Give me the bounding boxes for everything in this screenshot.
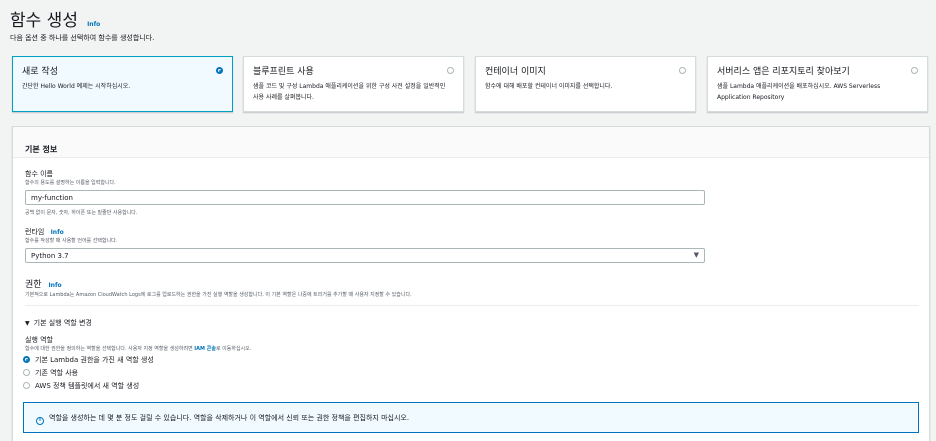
page-header: 함수 생성 Info xyxy=(10,6,100,31)
permissions-description: 기본적으로 Lambda는 Amazon CloudWatch Logs에 로그… xyxy=(25,292,412,298)
panel-header: 기본 정보 xyxy=(13,127,929,158)
option-serverless-app-repo[interactable]: 서버리스 앱은 리포지토리 찾아보기 샘플 Lambda 애플리케이션을 배포하… xyxy=(707,56,928,112)
option-description: 간단한 Hello World 예제는 시작하십시오. xyxy=(22,83,131,90)
caret-down-icon: ▼ xyxy=(693,251,699,259)
creation-options: 새로 작성 간단한 Hello World 예제는 시작하십시오. 블루프린트 … xyxy=(12,56,930,112)
page-title: 함수 생성 xyxy=(10,11,78,31)
function-name-label: 함수 이름 xyxy=(25,170,53,178)
role-option-policy-template[interactable]: AWS 정책 템플릿에서 새 역할 생성 xyxy=(23,381,139,391)
runtime-label-text: 런타임 xyxy=(25,228,45,236)
role-option-label: AWS 정책 템플릿에서 새 역할 생성 xyxy=(35,382,140,390)
permissions-heading: 권한 Info xyxy=(25,277,62,290)
panel-title: 기본 정보 xyxy=(25,145,58,154)
change-execution-role-toggle[interactable]: ▼ 기본 실행 역할 변경 xyxy=(25,318,92,328)
option-container-image[interactable]: 컨테이너 이미지 함수에 대해 배포할 컨테이너 이미지를 선택합니다. xyxy=(475,56,696,112)
option-description: 샘플 Lambda 애플리케이션을 배포하십시오. AWS Serverless… xyxy=(717,83,881,101)
option-description: 샘플 코드 및 구성 Lambda 애플리케이션을 위한 구성 사전 설정을 일… xyxy=(253,83,446,101)
runtime-select[interactable]: Python 3.7 ▼ xyxy=(25,248,705,263)
function-name-help: 함수의 용도를 설명하는 이름을 입력합니다. xyxy=(25,180,116,186)
runtime-label: 런타임 Info xyxy=(25,227,64,237)
permissions-info-link[interactable]: Info xyxy=(48,282,61,289)
option-title: 블루프린트 사용 xyxy=(253,67,314,77)
option-title: 서버리스 앱은 리포지토리 찾아보기 xyxy=(717,67,850,77)
execution-role-help: 함수에 대한 권한을 정의하는 역할을 선택합니다. 사용자 지정 역할을 생성… xyxy=(25,345,251,352)
role-option-label: 기본 Lambda 권한을 가진 새 역할 생성 xyxy=(35,356,154,364)
option-description: 함수에 대해 배포할 컨테이너 이미지를 선택합니다. xyxy=(485,83,613,90)
option-use-blueprint[interactable]: 블루프린트 사용 샘플 코드 및 구성 Lambda 애플리케이션을 위한 구성… xyxy=(243,56,464,112)
radio[interactable] xyxy=(23,382,30,389)
option-title: 컨테이너 이미지 xyxy=(485,67,546,77)
runtime-info-link[interactable]: Info xyxy=(51,229,64,236)
permissions-title: 권한 xyxy=(25,280,42,290)
alert-text: 역할을 생성하는 데 몇 분 정도 걸릴 수 있습니다. 역할을 삭제하거나 이… xyxy=(49,414,410,422)
option-author-from-scratch[interactable]: 새로 작성 간단한 Hello World 예제는 시작하십시오. xyxy=(12,56,233,112)
option-radio[interactable] xyxy=(679,67,686,74)
function-name-constraint: 공백 없이 문자, 숫자, 하이픈 또는 밑줄만 사용합니다. xyxy=(25,210,138,216)
role-help-text: 함수에 대한 권한을 정의하는 역할을 선택합니다. 사용자 지정 역할을 생성… xyxy=(25,346,193,352)
execution-role-label: 실행 역할 xyxy=(25,336,53,344)
function-name-input[interactable] xyxy=(25,190,705,205)
option-radio[interactable] xyxy=(911,67,918,74)
radio[interactable] xyxy=(23,369,30,376)
basic-info-panel: 기본 정보 함수 이름 함수의 용도를 설명하는 이름을 입력합니다. 공백 없… xyxy=(12,126,930,441)
iam-console-link[interactable]: IAM 콘솔 xyxy=(194,346,216,352)
role-help-suffix: 로 이동하십시오. xyxy=(215,346,252,352)
option-title: 새로 작성 xyxy=(22,67,58,77)
option-radio-selected[interactable] xyxy=(216,67,223,74)
caret-down-icon: ▼ xyxy=(25,320,30,327)
divider xyxy=(25,305,919,306)
info-alert: i 역할을 생성하는 데 몇 분 정도 걸릴 수 있습니다. 역할을 삭제하거나 … xyxy=(23,402,919,433)
radio-selected[interactable] xyxy=(23,356,30,363)
option-radio[interactable] xyxy=(447,67,454,74)
role-option-new-basic[interactable]: 기본 Lambda 권한을 가진 새 역할 생성 xyxy=(23,355,154,365)
role-option-existing[interactable]: 기존 역할 사용 xyxy=(23,368,78,378)
runtime-selected-value: Python 3.7 xyxy=(31,252,69,260)
role-option-label: 기존 역할 사용 xyxy=(35,369,79,377)
runtime-help: 함수를 작성할 때 사용할 언어를 선택합니다. xyxy=(25,238,118,244)
info-icon: i xyxy=(36,417,44,425)
page-description: 다음 옵션 중 하나를 선택하여 함수를 생성합니다. xyxy=(10,34,155,42)
expand-label: 기본 실행 역할 변경 xyxy=(33,319,92,327)
info-link[interactable]: Info xyxy=(87,21,100,28)
